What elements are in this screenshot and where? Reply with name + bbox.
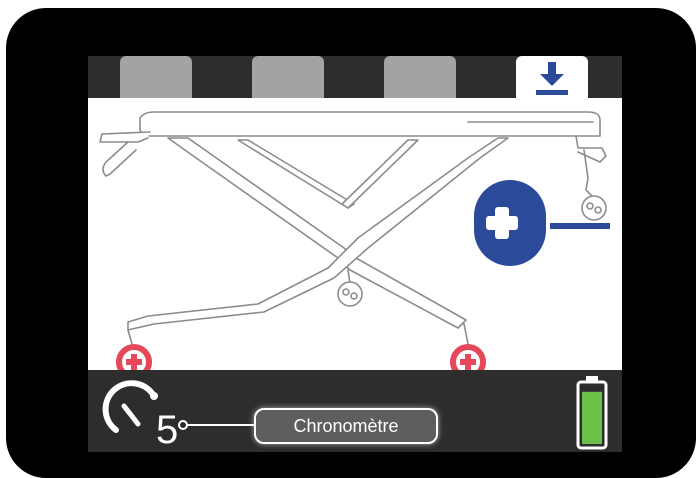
tab-2[interactable] xyxy=(252,56,324,98)
tab-bar xyxy=(88,56,622,98)
tab-3[interactable] xyxy=(384,56,456,98)
battery-level xyxy=(582,391,602,444)
minus-icon xyxy=(550,223,610,229)
display-screen: 5 Chronomètre xyxy=(88,56,622,452)
battery-icon xyxy=(576,376,608,450)
timer-connector xyxy=(178,420,258,430)
wheel-left xyxy=(116,344,152,380)
status-bar: 5 Chronomètre xyxy=(88,370,622,452)
wheel-right xyxy=(450,344,486,380)
tab-download[interactable] xyxy=(516,56,588,98)
device: 5 Chronomètre xyxy=(0,0,696,478)
download-icon xyxy=(536,62,568,95)
center-caster xyxy=(337,281,363,307)
stretcher-illustration xyxy=(99,111,610,380)
timer-value: 5 xyxy=(156,408,179,452)
foot-caster xyxy=(581,189,607,221)
chronometre-button[interactable]: Chronomètre xyxy=(254,408,438,444)
stretcher-view xyxy=(88,98,622,380)
tab-1[interactable] xyxy=(120,56,192,98)
